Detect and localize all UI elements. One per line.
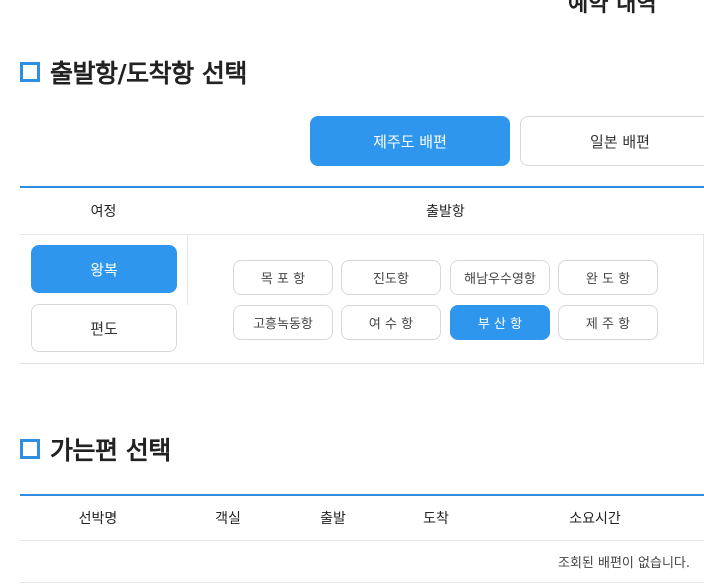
- port-button-goheung[interactable]: 고흥녹동항: [233, 305, 333, 340]
- route-tab-jeju[interactable]: 제주도 배편: [310, 116, 510, 166]
- column-header-cabin: 객실: [215, 511, 241, 527]
- port-button-haenam[interactable]: 해남우수영항: [450, 260, 550, 295]
- route-section-heading: 출발항/도착항 선택: [20, 54, 247, 90]
- column-header-duration: 소요시간: [569, 511, 621, 527]
- table-bottom-border: [20, 582, 704, 583]
- port-button-jindo[interactable]: 진도항: [341, 260, 441, 295]
- route-selection-panel: 여정 출발항 왕복 편도 목 포 항 진도항 해남우수영항 완 도 항 고흥녹동…: [20, 186, 704, 365]
- table-header-divider: [20, 540, 704, 541]
- empty-result-message: 조회된 배편이 없습니다.: [558, 556, 690, 571]
- departure-column-header: 출발항: [426, 204, 465, 220]
- trip-roundtrip-button[interactable]: 왕복: [31, 245, 177, 293]
- column-header-arrival: 도착: [423, 511, 449, 527]
- ferry-section-heading: 가는편 선택: [20, 431, 171, 467]
- port-button-mokpo[interactable]: 목 포 항: [233, 260, 333, 295]
- column-header-departure: 출발: [320, 511, 346, 527]
- column-header-ship-name: 선박명: [78, 511, 118, 527]
- route-tab-japan[interactable]: 일본 배편: [520, 116, 704, 166]
- square-bullet-icon: [20, 62, 40, 82]
- port-button-yeosu[interactable]: 여 수 항: [341, 305, 441, 340]
- column-divider: [187, 235, 188, 305]
- port-button-busan[interactable]: 부 산 항: [450, 305, 550, 340]
- panel-header-divider: [20, 234, 704, 235]
- port-button-jeju[interactable]: 제 주 항: [558, 305, 658, 340]
- trip-column-header: 여정: [90, 204, 117, 220]
- top-clipped-heading: 예약 내역: [568, 0, 657, 17]
- port-button-wando[interactable]: 완 도 항: [558, 260, 658, 295]
- square-bullet-icon: [20, 439, 40, 459]
- route-section-title: 출발항/도착항 선택: [50, 59, 247, 88]
- trip-oneway-button[interactable]: 편도: [31, 304, 177, 352]
- ferry-section-title: 가는편 선택: [50, 436, 171, 465]
